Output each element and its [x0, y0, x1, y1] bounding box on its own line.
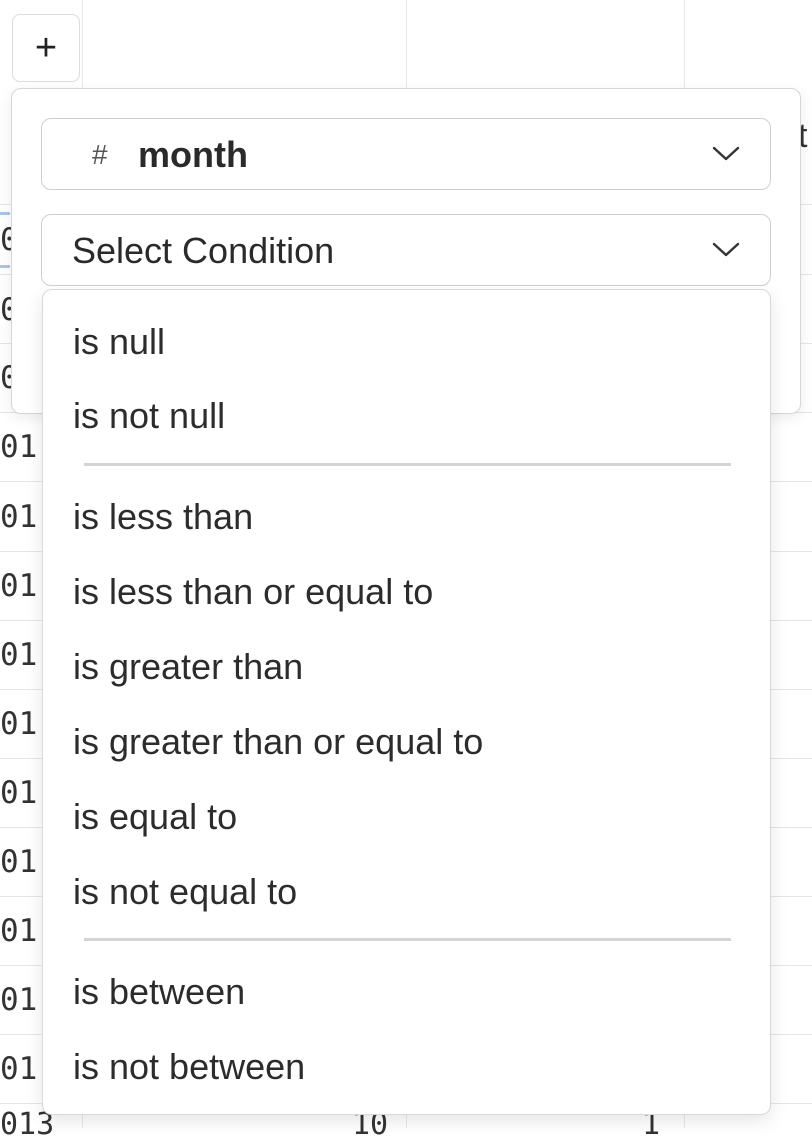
table-cell[interactable]: 01 — [0, 842, 44, 882]
menu-item-is-less-than[interactable]: is less than — [73, 497, 253, 537]
menu-item-is-greater-than-or-equal-to[interactable]: is greater than or equal to — [73, 722, 483, 762]
table-cell[interactable]: 01 — [0, 635, 44, 675]
number-type-icon: # — [92, 139, 108, 170]
table-cell[interactable]: 01 — [0, 497, 44, 537]
table-cell[interactable]: 01 — [0, 911, 44, 951]
menu-divider — [84, 463, 731, 466]
menu-item-is-greater-than[interactable]: is greater than — [73, 647, 303, 687]
condition-placeholder: Select Condition — [72, 230, 335, 271]
condition-select[interactable]: Select Condition — [41, 214, 771, 286]
table-cell[interactable]: 01 — [0, 427, 44, 467]
table-cell[interactable]: 01 — [0, 566, 44, 606]
field-select[interactable]: # month — [41, 118, 771, 190]
add-filter-button[interactable]: + — [12, 14, 80, 82]
menu-item-is-between[interactable]: is between — [73, 972, 245, 1012]
menu-item-is-less-than-or-equal-to[interactable]: is less than or equal to — [73, 572, 433, 612]
menu-item-is-null[interactable]: is null — [73, 322, 165, 362]
condition-dropdown-menu: is null is not null is less than is less… — [42, 289, 771, 1115]
menu-divider — [84, 938, 731, 941]
table-cell[interactable]: 01 — [0, 773, 44, 813]
menu-item-is-not-null[interactable]: is not null — [73, 396, 225, 436]
menu-item-is-not-equal-to[interactable]: is not equal to — [73, 872, 297, 912]
plus-icon: + — [34, 27, 58, 69]
menu-item-is-equal-to[interactable]: is equal to — [73, 797, 237, 837]
chevron-down-icon — [712, 242, 740, 257]
field-name: month — [138, 134, 248, 175]
table-cell[interactable]: 013 — [0, 1110, 54, 1140]
table-cell[interactable]: 01 — [0, 1049, 44, 1089]
table-cell[interactable]: 01 — [0, 980, 44, 1020]
table-cell[interactable]: 01 — [0, 704, 44, 744]
menu-item-is-not-between[interactable]: is not between — [73, 1047, 305, 1087]
chevron-down-icon — [712, 146, 740, 161]
